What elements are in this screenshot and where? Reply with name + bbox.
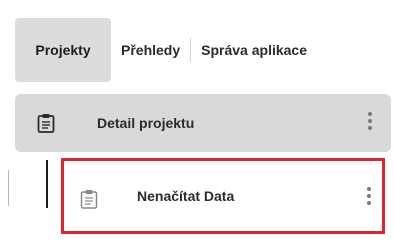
tab-prehledy[interactable]: Přehledy — [111, 18, 190, 82]
tree-item-label: Detail projektu — [97, 115, 195, 131]
tree-item-label: Nenačítat Data — [137, 188, 235, 204]
top-tab-bar: Projekty Přehledy Správa aplikace — [15, 18, 317, 82]
panel-edge-divider — [8, 170, 9, 206]
tab-sprava-aplikace[interactable]: Správa aplikace — [191, 18, 317, 82]
tree-connector-line — [46, 160, 48, 208]
tree-item-detail-projektu[interactable]: Detail projektu — [15, 94, 391, 152]
more-vertical-icon[interactable] — [366, 187, 372, 209]
clipboard-icon — [80, 190, 98, 209]
tree-item-nenacitat-data[interactable]: Nenačítat Data — [61, 158, 385, 234]
tab-projekty[interactable]: Projekty — [15, 18, 111, 82]
clipboard-icon — [37, 114, 55, 133]
more-vertical-icon[interactable] — [367, 112, 373, 134]
